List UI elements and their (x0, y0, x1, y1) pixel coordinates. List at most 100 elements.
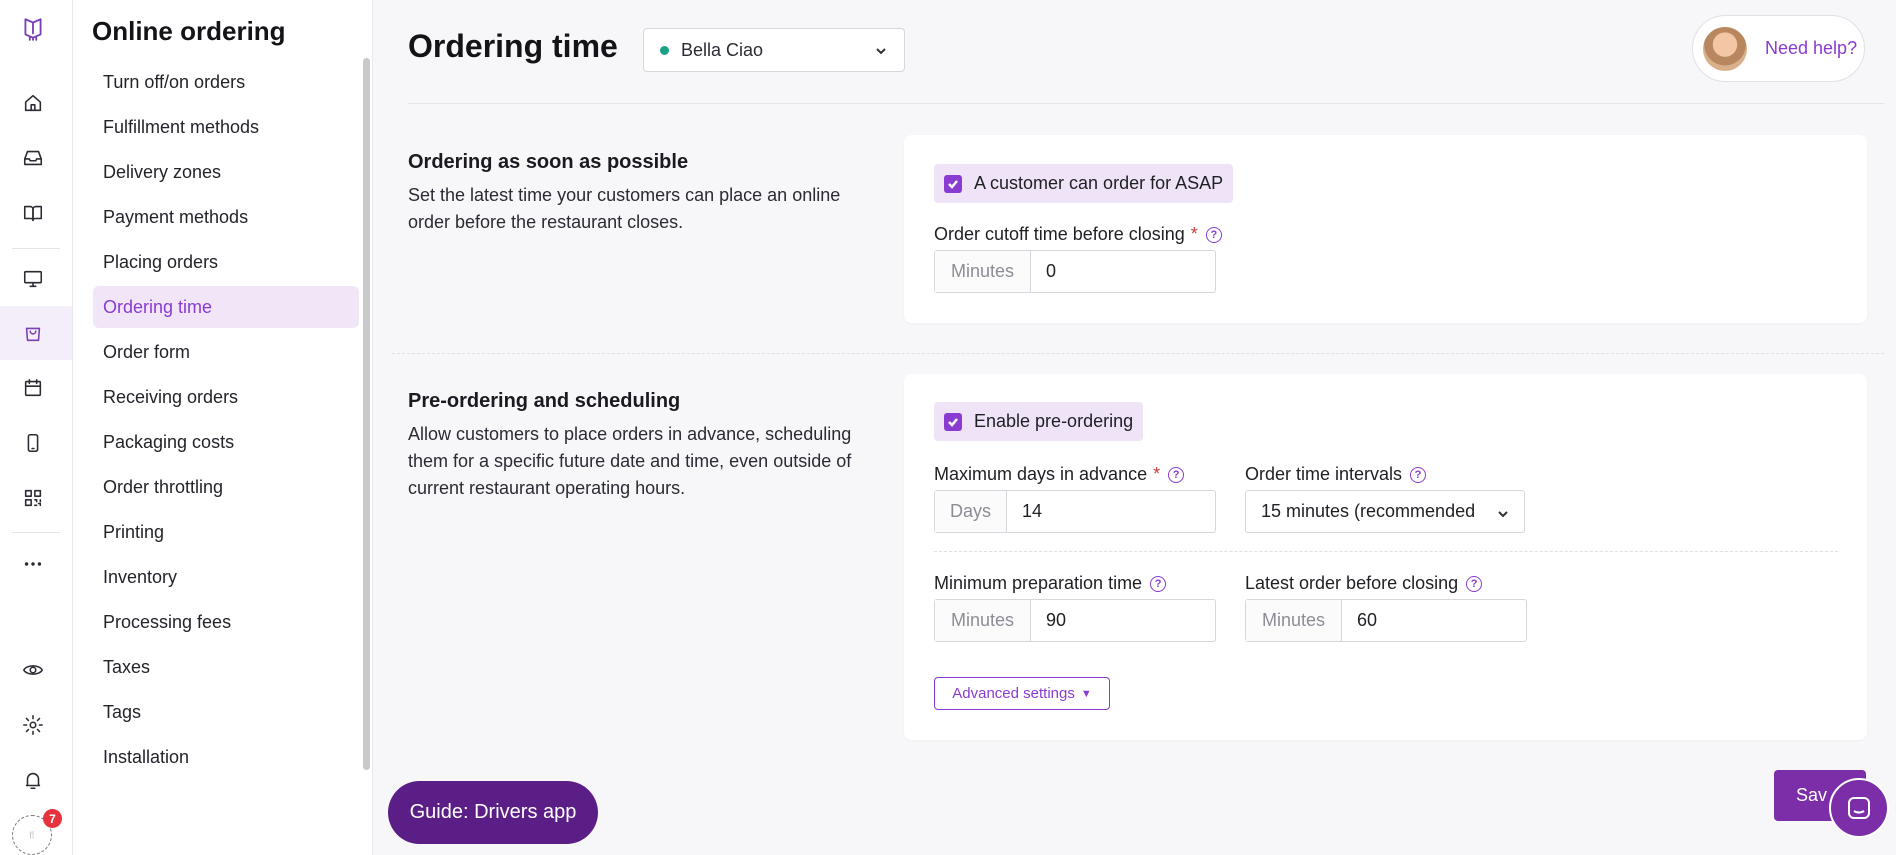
interval-select[interactable]: 15 minutes (recommended (1245, 490, 1525, 533)
max-days-input[interactable]: Days 14 (934, 490, 1216, 533)
sidebar-item-printing[interactable]: Printing (93, 510, 359, 555)
logo-icon[interactable] (20, 16, 46, 42)
min-prep-value[interactable]: 90 (1031, 600, 1215, 641)
min-prep-label-text: Minimum preparation time (934, 573, 1143, 593)
min-prep-input[interactable]: Minutes 90 (934, 599, 1216, 642)
bell-icon[interactable] (20, 767, 46, 793)
sidebar-item-packaging-costs[interactable]: Packaging costs (93, 420, 359, 465)
help-circle-icon[interactable]: ? (1410, 466, 1427, 483)
asap-card: A customer can order for ASAP Order cuto… (904, 135, 1867, 323)
asap-checkbox[interactable]: A customer can order for ASAP (934, 164, 1234, 203)
rail-divider (12, 532, 60, 533)
page-title: Ordering time (408, 28, 618, 64)
sidebar-item-placing-orders[interactable]: Placing orders (93, 240, 359, 285)
asap-checkbox-label: A customer can order for ASAP (974, 173, 1224, 193)
required-asterisk: * (1153, 464, 1161, 484)
cutoff-value[interactable]: 0 (1031, 251, 1215, 292)
sidebar-item-order-form[interactable]: Order form (93, 330, 359, 375)
icon-rail: 🍴 7 (0, 0, 73, 855)
min-prep-unit: Minutes (935, 600, 1031, 641)
support-avatar (1703, 26, 1747, 71)
notification-badge: 7 (43, 809, 62, 828)
eye-icon[interactable] (20, 657, 46, 683)
help-label: Need help? (1765, 38, 1858, 58)
more-icon[interactable] (20, 551, 46, 577)
help-circle-icon[interactable]: ? (1205, 226, 1222, 243)
help-circle-icon[interactable]: ? (1466, 575, 1483, 592)
monitor-icon[interactable] (20, 266, 46, 292)
latest-order-value[interactable]: 60 (1342, 600, 1526, 641)
caret-down-icon: ▼ (1080, 687, 1092, 700)
preorder-section-title: Pre-ordering and scheduling (408, 390, 681, 412)
status-dot (660, 45, 669, 55)
preorder-checkbox-label: Enable pre-ordering (974, 411, 1134, 431)
latest-order-unit: Minutes (1246, 600, 1342, 641)
sidebar-item-fulfillment-methods[interactable]: Fulfillment methods (93, 105, 359, 150)
preorder-checkbox[interactable]: Enable pre-ordering (934, 402, 1144, 441)
max-days-field-label: Maximum days in advance * ? (934, 464, 1185, 485)
sidebar-item-processing-fees[interactable]: Processing fees (93, 600, 359, 645)
cutoff-label-text: Order cutoff time before closing (934, 224, 1185, 244)
sidebar-item-ordering-time[interactable]: Ordering time (93, 286, 359, 328)
cutoff-unit: Minutes (935, 251, 1031, 292)
calendar-icon[interactable] (20, 375, 46, 401)
max-days-label-text: Maximum days in advance (934, 464, 1148, 484)
chevron-down-icon (874, 42, 888, 56)
chat-icon (1848, 797, 1870, 819)
cutoff-input[interactable]: Minutes 0 (934, 250, 1216, 293)
sidebar-item-delivery-zones[interactable]: Delivery zones (93, 150, 359, 195)
book-icon[interactable] (20, 200, 46, 226)
preorder-section-description: Allow customers to place orders in advan… (408, 424, 852, 498)
qr-code-icon[interactable] (20, 485, 46, 511)
checkbox-checked-icon (944, 174, 962, 193)
sidebar-item-order-throttling[interactable]: Order throttling (93, 465, 359, 510)
settings-sidebar: Online ordering Turn off/on orders Fulfi… (73, 0, 373, 855)
rail-divider (12, 248, 60, 249)
rail-active-online-ordering[interactable] (0, 306, 72, 360)
sidebar-item-taxes[interactable]: Taxes (93, 645, 359, 690)
field-divider (934, 551, 1838, 552)
sidebar-item-inventory[interactable]: Inventory (93, 555, 359, 600)
shopping-bag-icon (20, 320, 46, 346)
chat-launcher[interactable] (1829, 778, 1889, 838)
interval-field-label: Order time intervals ? (1245, 464, 1427, 485)
preorder-card: Enable pre-ordering Maximum days in adva… (904, 374, 1867, 740)
inbox-icon[interactable] (20, 145, 46, 171)
interval-value: 15 minutes (recommended (1261, 501, 1476, 521)
help-circle-icon[interactable]: ? (1150, 575, 1167, 592)
latest-order-input[interactable]: Minutes 60 (1245, 599, 1527, 642)
required-asterisk: * (1190, 224, 1198, 244)
sidebar-item-receiving-orders[interactable]: Receiving orders (93, 375, 359, 420)
guide-button[interactable]: Guide: Drivers app (388, 781, 598, 844)
asap-section-title: Ordering as soon as possible (408, 151, 689, 173)
sidebar-item-installation[interactable]: Installation (93, 735, 359, 780)
main-content: Ordering time Bella Ciao Need help? Orde… (374, 0, 1896, 855)
sidebar-title: Online ordering (92, 16, 286, 46)
location-name: Bella Ciao (681, 39, 764, 60)
interval-label-text: Order time intervals (1245, 464, 1403, 484)
min-prep-field-label: Minimum preparation time ? (934, 573, 1167, 594)
section-divider (392, 353, 1884, 354)
home-icon[interactable] (20, 90, 46, 116)
sidebar-nav: Turn off/on orders Fulfillment methods D… (93, 60, 359, 780)
location-select[interactable]: Bella Ciao (643, 28, 905, 72)
sidebar-item-payment-methods[interactable]: Payment methods (93, 195, 359, 240)
max-days-value[interactable]: 14 (1007, 491, 1215, 532)
divider (408, 103, 1884, 104)
latest-order-field-label: Latest order before closing ? (1245, 573, 1483, 594)
gear-icon[interactable] (20, 712, 46, 738)
mobile-icon[interactable] (20, 430, 46, 456)
cutoff-field-label: Order cutoff time before closing * ? (934, 224, 1222, 245)
checkbox-checked-icon (944, 412, 962, 431)
help-circle-icon[interactable]: ? (1168, 466, 1185, 483)
asap-section-description: Set the latest time your customers can p… (408, 185, 841, 232)
latest-order-label-text: Latest order before closing (1245, 573, 1459, 593)
max-days-unit: Days (935, 491, 1007, 532)
sidebar-item-tags[interactable]: Tags (93, 690, 359, 735)
help-button[interactable]: Need help? (1692, 15, 1865, 82)
sidebar-scrollbar[interactable] (363, 58, 370, 770)
advanced-settings-button[interactable]: Advanced settings ▼ (934, 677, 1110, 710)
advanced-settings-label: Advanced settings (952, 685, 1075, 702)
sidebar-item-turn-off-on-orders[interactable]: Turn off/on orders (93, 60, 359, 105)
chevron-down-icon (1496, 505, 1510, 519)
